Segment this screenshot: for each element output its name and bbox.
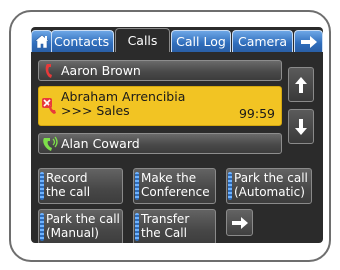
- call-screen: Contacts Calls Call Log Camera Aaron Bro…: [31, 27, 323, 243]
- call-name: Aaron Brown: [61, 62, 141, 78]
- call-item-alan-coward[interactable]: Alan Coward: [38, 133, 282, 154]
- tab-calls-label: Calls: [127, 33, 158, 48]
- call-subtitle: >>> Sales: [61, 103, 130, 118]
- transfer-label-line1: Transfer: [141, 212, 190, 226]
- call-timer: 99:59: [238, 106, 275, 121]
- record-call-label-line1: Record: [46, 171, 88, 185]
- more-actions-button[interactable]: [226, 209, 253, 236]
- arrow-down-icon: [295, 118, 307, 135]
- call-name: Abraham Arrencibia: [61, 89, 186, 104]
- arrow-right-icon: [300, 35, 317, 48]
- make-conference-button[interactable]: Make the Conference: [133, 168, 216, 204]
- tab-call-log-label: Call Log: [176, 34, 226, 49]
- tab-home[interactable]: [31, 30, 52, 52]
- park-auto-label-line1: Park the call: [234, 171, 308, 185]
- park-manual-label-line1: Park the call: [46, 212, 120, 226]
- transfer-call-button[interactable]: Transfer the Call: [133, 209, 216, 243]
- park-call-automatic-button[interactable]: Park the call (Automatic): [226, 168, 312, 204]
- phone-mute-icon: [39, 96, 61, 116]
- conference-label-line1: Make the: [141, 171, 197, 185]
- transfer-label-line2: the Call: [141, 225, 187, 240]
- record-call-label-line2: the call: [46, 184, 91, 199]
- scroll-down-button[interactable]: [288, 109, 314, 144]
- arrow-up-icon: [295, 76, 307, 93]
- tab-contacts-label: Contacts: [54, 34, 110, 49]
- record-call-button[interactable]: Record the call: [38, 168, 123, 204]
- tab-bar: Contacts Calls Call Log Camera: [31, 27, 323, 52]
- call-item-aaron-brown[interactable]: Aaron Brown: [38, 60, 282, 81]
- tab-contacts[interactable]: Contacts: [51, 30, 114, 52]
- park-manual-label-line2: (Manual): [46, 225, 99, 240]
- phone-handset-icon: [39, 61, 61, 81]
- tab-camera[interactable]: Camera: [232, 30, 293, 52]
- conference-label-line2: Conference: [141, 184, 210, 199]
- park-call-manual-button[interactable]: Park the call (Manual): [38, 209, 123, 243]
- scroll-up-button[interactable]: [288, 67, 314, 102]
- phone-ringing-icon: [39, 134, 61, 154]
- arrow-right-icon: [231, 216, 248, 229]
- tab-next-button[interactable]: [294, 30, 323, 52]
- tab-camera-label: Camera: [237, 34, 288, 49]
- call-item-abraham-arrencibia[interactable]: Abraham Arrencibia >>> Sales 99:59: [38, 86, 282, 126]
- tab-calls[interactable]: Calls: [115, 28, 170, 52]
- park-auto-label-line2: (Automatic): [234, 184, 305, 199]
- tab-call-log[interactable]: Call Log: [171, 30, 231, 52]
- home-icon: [33, 34, 50, 49]
- call-name: Alan Coward: [61, 135, 140, 151]
